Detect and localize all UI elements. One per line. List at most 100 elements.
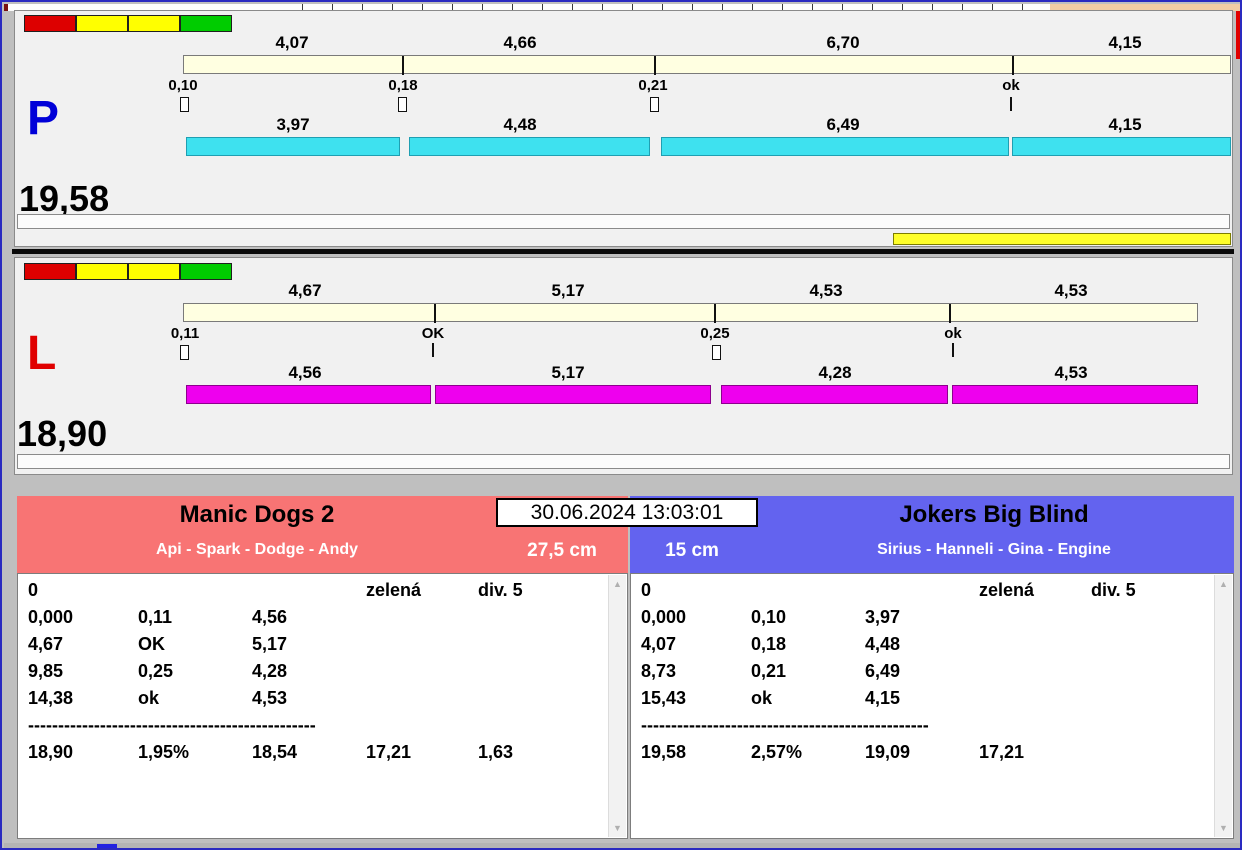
- team-name: Jokers Big Blind: [754, 501, 1234, 529]
- vertical-scrollbar[interactable]: ▲ ▼: [1214, 575, 1232, 837]
- mark-label: OK: [403, 325, 463, 342]
- summary-cell: 19,09: [865, 742, 910, 763]
- top-left-marker: [4, 4, 8, 11]
- log-cell: div. 5: [1091, 580, 1136, 601]
- status-light-red: [24, 15, 76, 32]
- split-bar-segment: [661, 137, 1009, 156]
- right-edge-marker: [1236, 11, 1242, 59]
- scroll-up-icon[interactable]: ▲: [1215, 577, 1232, 591]
- log-row: 0,000 0,10 3,97: [631, 607, 1215, 634]
- scale-value-label: 4,53: [781, 281, 871, 301]
- lane-progress-track: [17, 214, 1230, 229]
- mark-tick-icon: [1010, 97, 1012, 111]
- team-dogs: Sirius - Hanneli - Gina - Engine: [754, 541, 1234, 559]
- mark-label: ok: [923, 325, 983, 342]
- scale-divider: [402, 56, 404, 75]
- log-cell: 4,56: [252, 607, 287, 628]
- summary-cell: 18,54: [252, 742, 297, 763]
- scale-bar: [183, 55, 1231, 74]
- mark-label: 0,21: [623, 77, 683, 94]
- status-light-red: [24, 263, 76, 280]
- team-name: Manic Dogs 2: [17, 501, 497, 529]
- split-bar-segment: [409, 137, 650, 156]
- split-bar-segment: [721, 385, 948, 404]
- log-row: 0 zelená div. 5: [18, 580, 609, 607]
- scale-divider: [654, 56, 656, 75]
- log-cell: OK: [138, 634, 165, 655]
- log-row: 8,73 0,21 6,49: [631, 661, 1215, 688]
- lane-label: P: [27, 95, 59, 143]
- lane-progress-track: [17, 454, 1230, 469]
- mark-tick-icon: [432, 343, 434, 357]
- split-bar-segment: [186, 385, 431, 404]
- section-divider: [12, 249, 1234, 254]
- scroll-down-icon[interactable]: ▼: [609, 821, 626, 835]
- log-cell: 0,000: [28, 607, 73, 628]
- log-summary-row: 19,58 2,57% 19,09 17,21: [631, 742, 1215, 769]
- log-cell: 0,000: [641, 607, 686, 628]
- scale-divider: [434, 304, 436, 323]
- status-light-yellow-1: [76, 15, 128, 32]
- log-cell: 4,07: [641, 634, 676, 655]
- log-cell: 0,25: [138, 661, 173, 682]
- log-cell: 0,21: [751, 661, 786, 682]
- summary-cell: 17,21: [366, 742, 411, 763]
- mark-label: 0,11: [155, 325, 215, 342]
- scale-value-label: 4,15: [1080, 33, 1170, 53]
- mark-box-icon: [650, 97, 659, 112]
- summary-cell: 2,57%: [751, 742, 802, 763]
- log-cell: ok: [751, 688, 772, 709]
- log-cell: 4,28: [252, 661, 287, 682]
- split-value-label: 6,49: [798, 115, 888, 135]
- summary-cell: 1,63: [478, 742, 513, 763]
- summary-cell: 17,21: [979, 742, 1024, 763]
- log-summary-row: 18,90 1,95% 18,54 17,21 1,63: [18, 742, 609, 769]
- log-cell: 0,11: [138, 607, 172, 628]
- scale-bar: [183, 303, 1198, 322]
- split-value-label: 4,28: [790, 363, 880, 383]
- log-cell: 0,10: [751, 607, 786, 628]
- mark-label: 0,18: [373, 77, 433, 94]
- vertical-scrollbar[interactable]: ▲ ▼: [608, 575, 626, 837]
- team-dogs: Api - Spark - Dodge - Andy: [17, 541, 497, 559]
- split-bar-segment: [952, 385, 1198, 404]
- log-cell: 0: [28, 580, 38, 601]
- log-cell: 9,85: [28, 661, 63, 682]
- split-value-label: 4,53: [1026, 363, 1116, 383]
- split-bar-segment: [186, 137, 400, 156]
- log-row: 4,67 OK 5,17: [18, 634, 609, 661]
- log-cell: 0,18: [751, 634, 786, 655]
- log-cell: 4,53: [252, 688, 287, 709]
- team-left-log: 0 zelená div. 5 0,000 0,11 4,56 4,67 OK …: [17, 573, 628, 839]
- scroll-down-icon[interactable]: ▼: [1215, 821, 1232, 835]
- status-light-yellow-2: [128, 15, 180, 32]
- mark-label: 0,25: [685, 325, 745, 342]
- mark-box-icon: [712, 345, 721, 360]
- mark-tick-icon: [952, 343, 954, 357]
- log-cell: 0: [641, 580, 651, 601]
- taskbar-item[interactable]: [97, 844, 117, 850]
- mark-box-icon: [180, 345, 189, 360]
- log-cell: 4,48: [865, 634, 900, 655]
- log-row: 14,38 ok 4,53: [18, 688, 609, 715]
- log-row: 0,000 0,11 4,56: [18, 607, 609, 634]
- lane-total: 19,58: [19, 181, 109, 217]
- summary-cell: 19,58: [641, 742, 686, 763]
- mark-box-icon: [398, 97, 407, 112]
- log-cell: 4,67: [28, 634, 63, 655]
- lane-label: L: [27, 330, 56, 378]
- log-cell: 6,49: [865, 661, 900, 682]
- split-value-label: 3,97: [248, 115, 338, 135]
- split-value-label: 4,15: [1080, 115, 1170, 135]
- log-row: 9,85 0,25 4,28: [18, 661, 609, 688]
- summary-cell: 18,90: [28, 742, 73, 763]
- scroll-up-icon[interactable]: ▲: [609, 577, 626, 591]
- log-cell: 14,38: [28, 688, 73, 709]
- lane-p-panel: 4,07 4,66 6,70 4,15 0,10 0,18 0,21 ok 3,…: [14, 10, 1233, 247]
- split-value-label: 4,48: [475, 115, 565, 135]
- mark-label: ok: [981, 77, 1041, 94]
- mark-box-icon: [180, 97, 189, 112]
- scale-value-label: 4,53: [1026, 281, 1116, 301]
- log-separator: ----------------------------------------…: [641, 715, 929, 736]
- split-bar-segment: [1012, 137, 1231, 156]
